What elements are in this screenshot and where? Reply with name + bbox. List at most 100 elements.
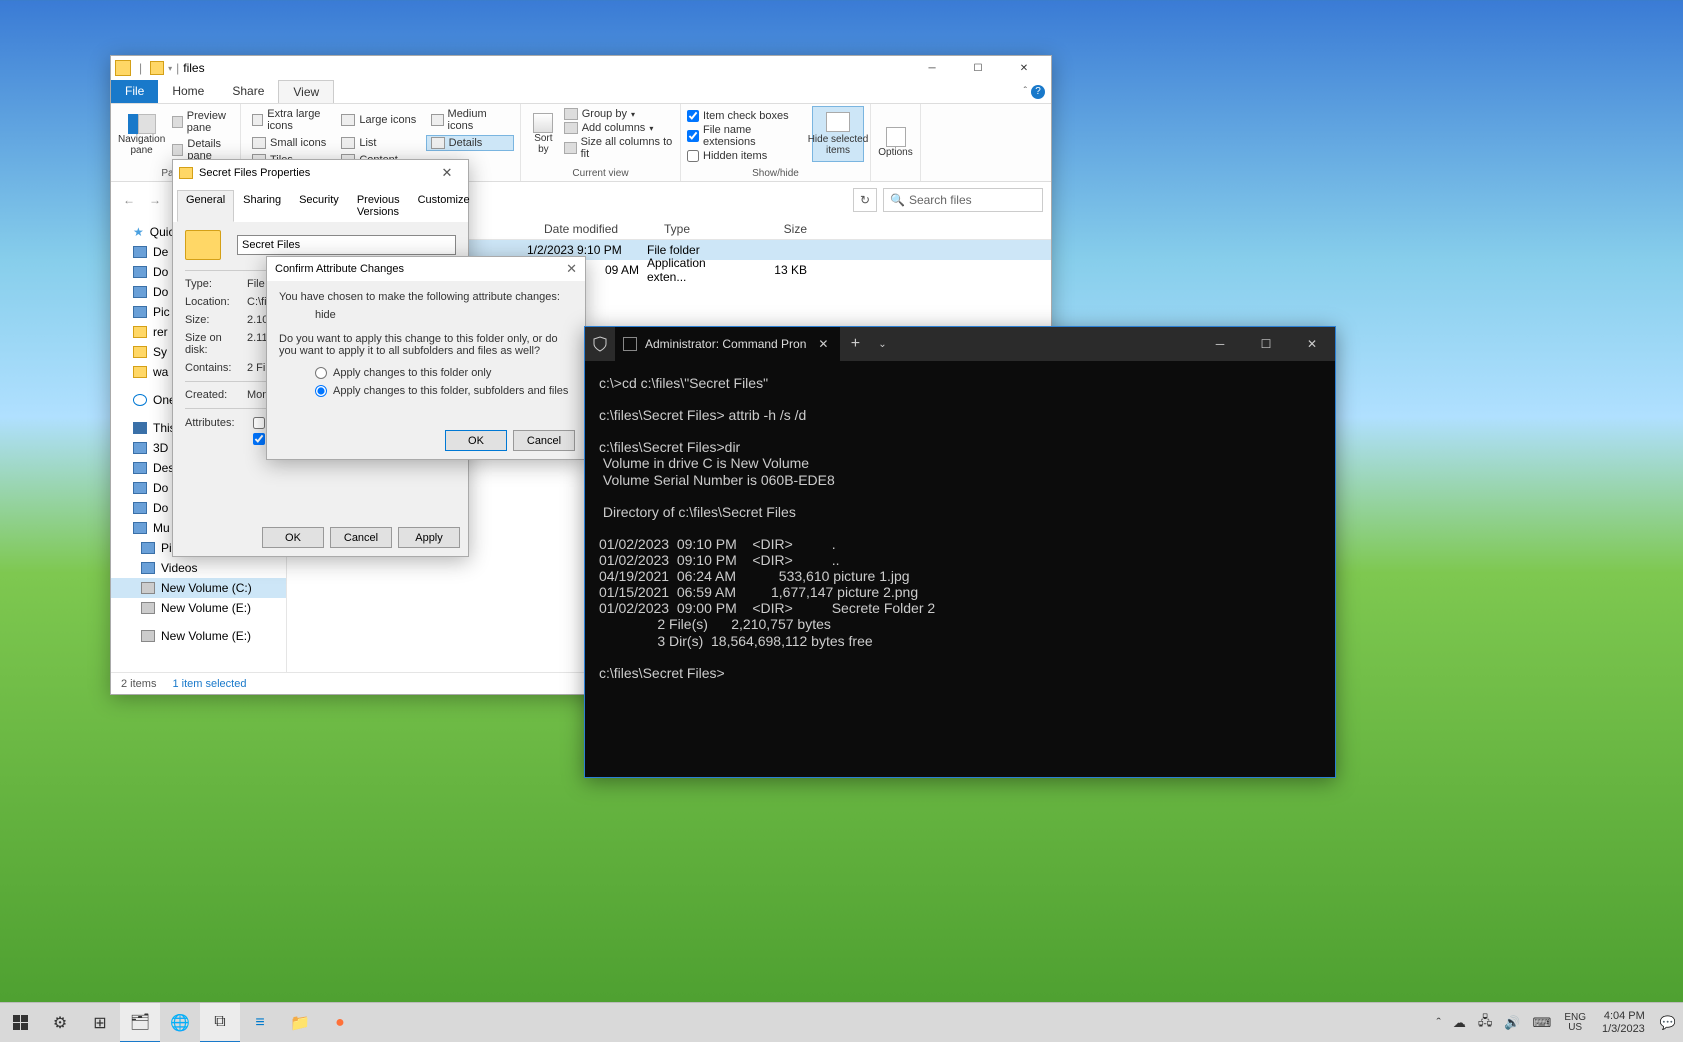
folder-icon — [133, 306, 147, 318]
cell-size: 13 KB — [747, 263, 807, 277]
network-icon[interactable]: 🖧 — [1475, 1012, 1496, 1034]
maximize-button[interactable]: ☐ — [955, 56, 1001, 80]
refresh-button[interactable]: ↻ — [853, 188, 877, 212]
column-date[interactable]: Date modified — [536, 222, 656, 236]
start-button[interactable] — [0, 1003, 40, 1042]
tab-file[interactable]: File — [111, 80, 158, 103]
size-all-columns-button[interactable]: Size all columns to fit — [564, 136, 674, 160]
search-input[interactable]: 🔍 Search files — [883, 188, 1043, 212]
attribute-change-text: hide — [279, 303, 573, 327]
layout-list[interactable]: List — [336, 135, 424, 151]
column-size[interactable]: Size — [756, 222, 816, 236]
sidebar-item-volume-e[interactable]: New Volume (E:) — [111, 598, 286, 618]
preview-pane-button[interactable]: Preview pane — [172, 110, 234, 134]
maximize-button[interactable]: ☐ — [1243, 327, 1289, 361]
tab-general[interactable]: General — [177, 190, 234, 222]
volume-icon[interactable]: 🔊 — [1501, 1015, 1523, 1031]
ok-button[interactable]: OK — [445, 430, 507, 451]
new-tab-button[interactable]: + — [840, 327, 870, 361]
close-button[interactable]: ✕ — [432, 165, 462, 181]
layout-small[interactable]: Small icons — [247, 135, 335, 151]
folder-icon — [133, 482, 147, 494]
sidebar-item-volume-e[interactable]: New Volume (E:) — [111, 626, 286, 646]
folder-name-input[interactable] — [237, 235, 456, 255]
vscode-icon[interactable]: ≡ — [240, 1003, 280, 1042]
dialog-titlebar[interactable]: Secret Files Properties ✕ — [173, 160, 468, 186]
close-button[interactable]: ✕ — [1001, 56, 1047, 80]
tab-dropdown-button[interactable]: ⌄ — [870, 327, 894, 361]
notifications-icon[interactable]: 💬 — [1657, 1015, 1679, 1031]
folder-icon — [133, 266, 147, 278]
group-by-button[interactable]: Group by ▾ — [564, 108, 674, 120]
size-columns-label: Size all columns to fit — [581, 136, 674, 160]
tab-share[interactable]: Share — [218, 80, 278, 103]
help-icon[interactable]: ? — [1031, 85, 1045, 99]
layout-label: Extra large icons — [267, 108, 330, 132]
layout-label: Small icons — [270, 137, 326, 149]
qat-dropdown-icon[interactable]: ▾ — [168, 64, 172, 73]
ok-button[interactable]: OK — [262, 527, 324, 548]
edge-browser-icon[interactable]: 🌐 — [160, 1003, 200, 1042]
sidebar-item-volume-c[interactable]: New Volume (C:) — [111, 578, 286, 598]
tab-close-button[interactable]: ✕ — [814, 337, 832, 351]
navigation-pane-button[interactable]: Navigation pane — [117, 106, 166, 164]
ribbon-collapse-icon[interactable]: ˆ — [1024, 86, 1027, 97]
language-indicator[interactable]: ENG US — [1560, 1013, 1590, 1033]
close-button[interactable]: ✕ — [566, 261, 577, 277]
dialog-titlebar[interactable]: Confirm Attribute Changes ✕ — [267, 257, 585, 281]
item-check-boxes-checkbox[interactable]: Item check boxes — [687, 110, 806, 122]
tab-previous-versions[interactable]: Previous Versions — [348, 190, 409, 222]
prop-label-created: Created: — [185, 389, 247, 401]
onedrive-icon[interactable]: ☁ — [1450, 1015, 1469, 1031]
sidebar-item-label: Videos — [161, 561, 197, 575]
minimize-button[interactable]: ─ — [1197, 327, 1243, 361]
sidebar-item-videos[interactable]: Videos — [111, 558, 286, 578]
group-label-show-hide: Show/hide — [687, 168, 864, 179]
back-button[interactable]: ← — [119, 190, 139, 210]
hidden-items-checkbox[interactable]: Hidden items — [687, 150, 806, 162]
column-type[interactable]: Type — [656, 222, 756, 236]
terminal-tab[interactable]: Administrator: Command Pron ✕ — [615, 327, 840, 361]
sort-by-button[interactable]: Sort by — [527, 106, 560, 162]
cancel-button[interactable]: Cancel — [513, 430, 575, 451]
terminal-icon[interactable]: ⧉ — [200, 1003, 240, 1042]
settings-icon[interactable]: ⚙ — [40, 1003, 80, 1042]
close-button[interactable]: ✕ — [1289, 327, 1335, 361]
minimize-button[interactable]: ─ — [909, 56, 955, 80]
folder-icon — [133, 346, 147, 358]
group-by-label: Group by — [582, 108, 627, 120]
layout-extra-large[interactable]: Extra large icons — [247, 106, 335, 134]
apply-button[interactable]: Apply — [398, 527, 460, 548]
clock[interactable]: 4:04 PM 1/3/2023 — [1596, 1010, 1651, 1034]
keyboard-icon[interactable]: ⌨ — [1530, 1015, 1555, 1031]
firefox-icon[interactable]: ● — [320, 1003, 360, 1042]
terminal-output[interactable]: c:\>cd c:\files\"Secret Files" c:\files\… — [585, 361, 1335, 695]
add-columns-button[interactable]: Add columns ▾ — [564, 122, 674, 134]
explorer-menu: File Home Share View ˆ ? — [111, 80, 1051, 104]
tab-view[interactable]: View — [278, 80, 334, 103]
task-view-icon[interactable]: ⊞ — [80, 1003, 120, 1042]
layout-large[interactable]: Large icons — [336, 106, 424, 134]
layout-details[interactable]: Details — [426, 135, 514, 151]
cancel-button[interactable]: Cancel — [330, 527, 392, 548]
tab-security[interactable]: Security — [290, 190, 348, 222]
folder-icon[interactable]: 📁 — [280, 1003, 320, 1042]
tab-sharing[interactable]: Sharing — [234, 190, 290, 222]
preview-pane-icon — [172, 116, 183, 128]
layout-label: List — [359, 137, 376, 149]
forward-button[interactable]: → — [145, 190, 165, 210]
layout-icon — [341, 137, 355, 149]
options-button[interactable]: Options — [871, 104, 921, 181]
tab-customize[interactable]: Customize — [409, 190, 479, 222]
file-name-extensions-checkbox[interactable]: File name extensions — [687, 124, 806, 148]
tray-overflow-icon[interactable]: ˆ — [1434, 1015, 1444, 1030]
layout-medium[interactable]: Medium icons — [426, 106, 514, 134]
file-explorer-icon[interactable]: 🗂 — [120, 1003, 160, 1042]
tab-home[interactable]: Home — [158, 80, 218, 103]
radio-folder-subfolders-files[interactable]: Apply changes to this folder, subfolders… — [315, 385, 573, 397]
hide-selected-items-button[interactable]: Hide selected items — [812, 106, 864, 162]
radio-folder-only[interactable]: Apply changes to this folder only — [315, 367, 573, 379]
explorer-titlebar[interactable]: | ▾ | files ─ ☐ ✕ — [111, 56, 1051, 80]
pc-icon — [133, 422, 147, 434]
folder-icon — [179, 167, 193, 179]
